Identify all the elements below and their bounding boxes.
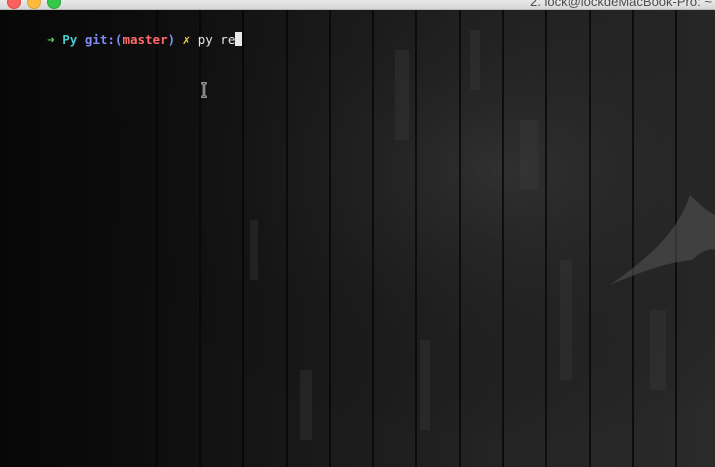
git-label: git:( [84, 32, 123, 47]
prompt-directory: Py [62, 32, 78, 47]
title-bar: 2. lock@lockdeMacBook-Pro: ~ [0, 0, 715, 10]
command-input[interactable]: py re [198, 32, 236, 47]
window-title: 2. lock@lockdeMacBook-Pro: ~ [530, 0, 712, 9]
prompt-arrow: ➜ [47, 32, 55, 47]
text-cursor [235, 32, 243, 46]
terminal-content[interactable]: ➜ Py git:(master) ✗ py re [0, 13, 715, 467]
maximize-button[interactable] [47, 0, 61, 9]
terminal-window: 2. lock@lockdeMacBook-Pro: ~ ➜ Py git:(m… [0, 0, 715, 467]
close-button[interactable] [7, 0, 21, 9]
ibeam-cursor-icon [201, 82, 207, 98]
minimize-button[interactable] [27, 0, 41, 9]
git-close: ) [167, 32, 176, 47]
dirty-marker: ✗ [182, 32, 191, 47]
prompt-line[interactable]: ➜ Py git:(master) ✗ py re [2, 14, 243, 65]
git-branch: master [122, 32, 168, 47]
